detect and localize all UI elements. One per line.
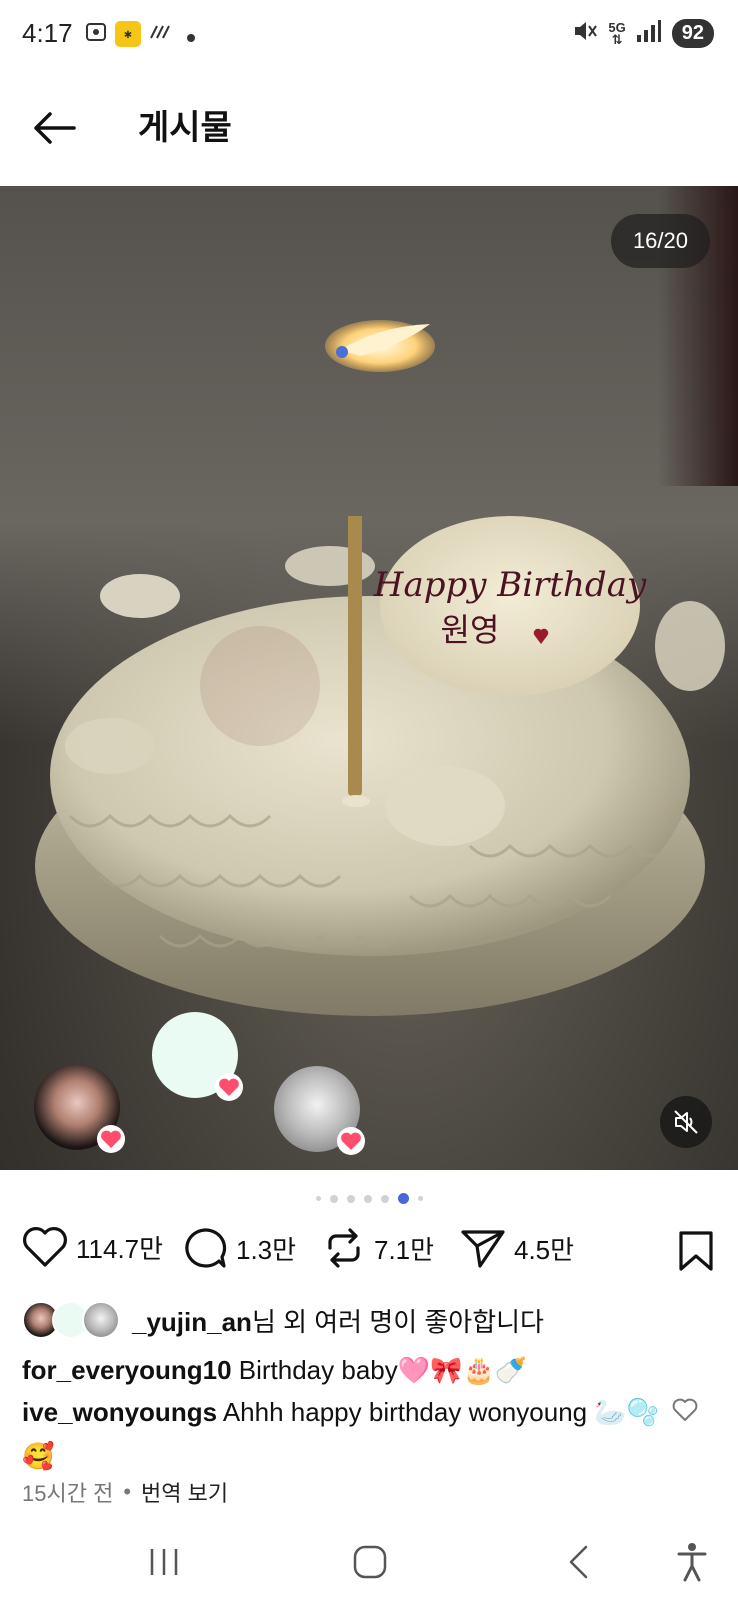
recent-apps-button[interactable] — [134, 1538, 194, 1586]
nfc-icon — [148, 20, 174, 49]
liker-avatar-1[interactable] — [34, 1064, 125, 1153]
accessibility-button[interactable] — [662, 1538, 722, 1586]
liked-by-username[interactable]: _yujin_an — [132, 1307, 252, 1337]
repost-button[interactable]: 7.1만 — [322, 1226, 434, 1270]
battery-indicator: 92 — [671, 19, 714, 48]
recent-apps-icon — [150, 1549, 178, 1575]
comment-count: 1.3만 — [236, 1234, 297, 1265]
top-comment: ive_wonyoungs Ahhh happy birthday wonyou… — [22, 1390, 662, 1478]
liked-by-text: _yujin_an님 외 여러 명이 좋아합니다 — [132, 1302, 544, 1339]
post-timestamp: 15시간 전 — [22, 1481, 114, 1506]
back-button[interactable] — [22, 96, 86, 160]
arrow-left-icon — [34, 112, 76, 144]
meta-separator: • — [123, 1479, 132, 1504]
carousel-indicator — [0, 1193, 738, 1204]
like-button[interactable]: 114.7만 — [22, 1226, 163, 1268]
status-time: 4:17 — [22, 18, 73, 48]
share-count: 4.5만 — [514, 1234, 575, 1265]
media-counter: 16/20 — [610, 214, 710, 268]
more-dot-icon — [186, 30, 196, 48]
repost-count: 7.1만 — [374, 1234, 435, 1265]
status-bar: 4:17 ✱ 5G ⇅ 92 — [0, 0, 738, 70]
post-header: 게시물 — [0, 70, 738, 186]
screenshot-icon — [84, 20, 108, 49]
cake-message-line2: 원영 — [441, 611, 500, 649]
page-title: 게시물 — [138, 109, 232, 147]
bookmark-button[interactable] — [678, 1230, 714, 1277]
home-button[interactable] — [340, 1538, 400, 1586]
app-notification-icon: ✱ — [114, 20, 142, 53]
chevron-left-icon — [569, 1545, 588, 1579]
liked-by-avatars — [22, 1301, 122, 1339]
repost-icon — [328, 1228, 360, 1268]
network-5g-icon: 5G ⇅ — [608, 19, 626, 47]
candle-flame-icon — [325, 320, 435, 372]
heart-badge-icon — [337, 1127, 365, 1155]
avatar — [82, 1301, 120, 1339]
post-meta: 15시간 전 • 번역 보기 — [22, 1476, 228, 1508]
translate-link[interactable]: 번역 보기 — [141, 1476, 228, 1508]
speaker-muted-icon — [674, 1110, 698, 1134]
bookmark-icon — [679, 1231, 713, 1271]
liker-avatar-3[interactable] — [274, 1066, 365, 1155]
liker-avatar-2[interactable] — [152, 1012, 243, 1101]
liked-by-suffix: 님 외 여러 명이 좋아합니다 — [251, 1306, 544, 1337]
caption-username[interactable]: for_everyoung10 — [22, 1355, 232, 1385]
post-caption: for_everyoung10 Birthday baby🩷🎀🎂🍼 — [22, 1348, 527, 1392]
heart-icon — [23, 1227, 67, 1267]
comment-bubble-icon — [185, 1228, 227, 1268]
liked-by-row[interactable]: _yujin_an님 외 여러 명이 좋아합니다 — [22, 1300, 544, 1340]
carousel-dot — [363, 1194, 372, 1203]
accessibility-icon — [677, 1543, 707, 1582]
heart-badge-icon — [97, 1125, 125, 1153]
network-label: 5G — [608, 19, 626, 35]
carousel-dot — [329, 1194, 338, 1203]
carousel-dot — [417, 1196, 423, 1201]
carousel-dot — [315, 1196, 321, 1201]
back-nav-button[interactable] — [548, 1538, 608, 1586]
signal-icon — [636, 19, 662, 48]
comment-like-button[interactable] — [672, 1398, 698, 1427]
birthday-cake-image: Happy Birthday 원영 — [35, 516, 725, 1016]
mute-toggle-button[interactable] — [660, 1096, 712, 1148]
carousel-dot — [346, 1194, 355, 1203]
comment-button[interactable]: 1.3만 — [182, 1226, 296, 1270]
post-media[interactable]: Happy Birthday 원영 16/20 — [0, 186, 738, 1170]
heart-badge-icon — [215, 1073, 243, 1101]
system-nav-bar — [0, 1520, 738, 1600]
mute-status-icon — [572, 18, 598, 49]
action-bar: 114.7만 1.3만 7.1만 4.5만 — [0, 1226, 738, 1282]
comment-username[interactable]: ive_wonyoungs — [22, 1397, 217, 1427]
like-count: 114.7만 — [76, 1233, 164, 1264]
carousel-dot — [380, 1194, 389, 1203]
share-button[interactable]: 4.5만 — [460, 1226, 574, 1270]
caption-text: Birthday baby🩷🎀🎂🍼 — [238, 1355, 528, 1385]
home-icon — [353, 1545, 387, 1579]
cake-message-line1: Happy Birthday — [373, 565, 647, 605]
carousel-dot-active — [397, 1193, 409, 1204]
send-paper-plane-icon — [461, 1230, 505, 1268]
svg-text:✱: ✱ — [124, 30, 132, 41]
heart-outline-icon — [672, 1398, 698, 1421]
